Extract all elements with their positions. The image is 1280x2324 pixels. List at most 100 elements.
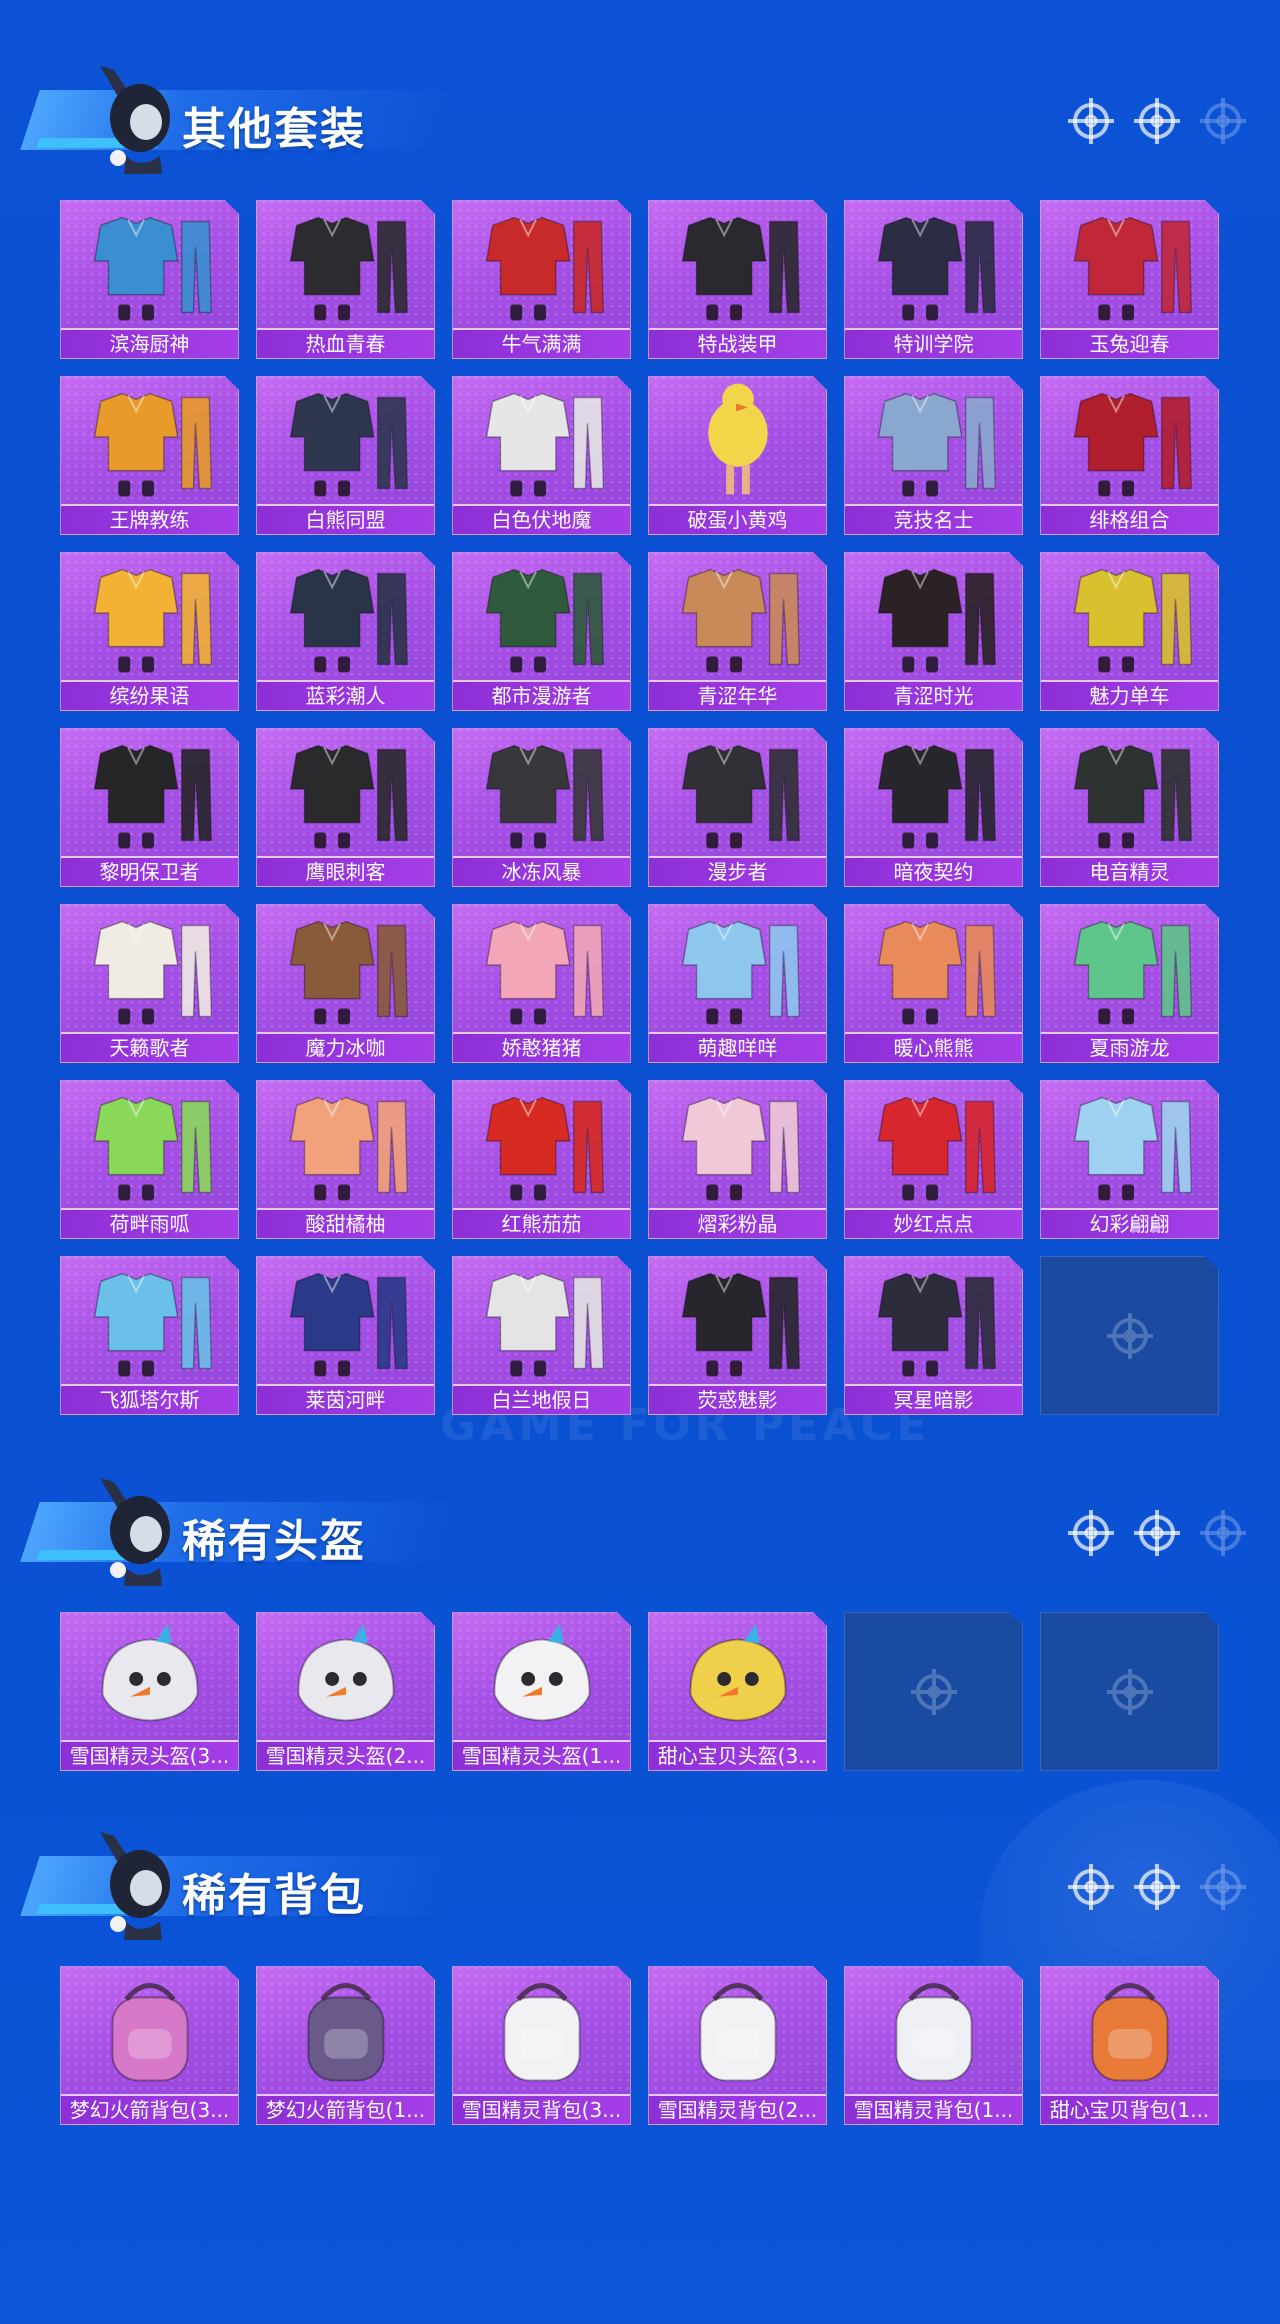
- item-card[interactable]: 蓝彩潮人: [256, 552, 435, 711]
- item-card[interactable]: 玉兔迎春: [1040, 200, 1219, 359]
- item-name: 暖心熊熊: [845, 1032, 1022, 1062]
- item-card[interactable]: 娇憨猪猪: [452, 904, 631, 1063]
- item-name: 天籁歌者: [61, 1032, 238, 1062]
- item-card[interactable]: 荷畔雨呱: [60, 1080, 239, 1239]
- item-card[interactable]: 破蛋小黄鸡: [648, 376, 827, 535]
- crosshair-icon: [1200, 98, 1246, 149]
- item-card[interactable]: 牛气满满: [452, 200, 631, 359]
- item-name: 绯格组合: [1041, 504, 1218, 534]
- item-name: 夏雨游龙: [1041, 1032, 1218, 1062]
- item-card[interactable]: 夏雨游龙: [1040, 904, 1219, 1063]
- item-card[interactable]: 冰冻风暴: [452, 728, 631, 887]
- item-name: 萌趣咩咩: [649, 1032, 826, 1062]
- outfit-icon: [845, 729, 1022, 857]
- item-card[interactable]: 梦幻火箭背包(3...: [60, 1966, 239, 2125]
- item-name: 荷畔雨呱: [61, 1208, 238, 1238]
- item-card[interactable]: 梦幻火箭背包(1...: [256, 1966, 435, 2125]
- outfit-icon: [845, 1257, 1022, 1385]
- outfit-icon: [1041, 729, 1218, 857]
- item-card[interactable]: 滨海厨神: [60, 200, 239, 359]
- item-card[interactable]: 甜心宝贝背包(1...: [1040, 1966, 1219, 2125]
- item-grid: 梦幻火箭背包(3... 梦幻火箭背包(1... 雪国精灵背包(3... 雪国精灵背包(…: [60, 1966, 1219, 2125]
- outfit-icon: [257, 1081, 434, 1209]
- item-card[interactable]: 雪国精灵头盔(2...: [256, 1612, 435, 1771]
- item-name: 冰冻风暴: [453, 856, 630, 886]
- item-name: 妙红点点: [845, 1208, 1022, 1238]
- item-card[interactable]: 魔力冰咖: [256, 904, 435, 1063]
- outfit-icon: [453, 1081, 630, 1209]
- item-name: 雪国精灵头盔(3...: [61, 1740, 238, 1770]
- item-name: 荧惑魅影: [649, 1384, 826, 1414]
- item-card[interactable]: 白兰地假日: [452, 1256, 631, 1415]
- item-card[interactable]: 雪国精灵背包(3...: [452, 1966, 631, 2125]
- outfit-icon: [845, 377, 1022, 505]
- item-card[interactable]: 特训学院: [844, 200, 1023, 359]
- item-card[interactable]: 魅力单车: [1040, 552, 1219, 711]
- item-grid: 滨海厨神 热血青春 牛气满满 特战装甲 特训学院 玉兔迎春王牌教练 白熊同盟 白色伏地魔 破蛋小…: [60, 200, 1219, 1415]
- item-card[interactable]: 青涩时光: [844, 552, 1023, 711]
- item-card[interactable]: 暖心熊熊: [844, 904, 1023, 1063]
- crosshair-icon: [911, 1669, 957, 1715]
- item-card[interactable]: 鹰眼刺客: [256, 728, 435, 887]
- outfit-icon: [61, 201, 238, 329]
- item-card[interactable]: 竞技名士: [844, 376, 1023, 535]
- item-card[interactable]: 甜心宝贝头盔(3...: [648, 1612, 827, 1771]
- item-card[interactable]: 绯格组合: [1040, 376, 1219, 535]
- item-name: 娇憨猪猪: [453, 1032, 630, 1062]
- item-card[interactable]: 热血青春: [256, 200, 435, 359]
- item-name: 白熊同盟: [257, 504, 434, 534]
- item-card[interactable]: 黎明保卫者: [60, 728, 239, 887]
- item-name: 滨海厨神: [61, 328, 238, 358]
- item-card[interactable]: 飞狐塔尔斯: [60, 1256, 239, 1415]
- item-card[interactable]: 青涩年华: [648, 552, 827, 711]
- item-card[interactable]: 幻彩翩翩: [1040, 1080, 1219, 1239]
- item-name: 特训学院: [845, 328, 1022, 358]
- crosshair-icon: [1068, 1864, 1114, 1915]
- item-card[interactable]: 莱茵河畔: [256, 1256, 435, 1415]
- outfit-icon: [845, 201, 1022, 329]
- item-card[interactable]: 暗夜契约: [844, 728, 1023, 887]
- item-name: 漫步者: [649, 856, 826, 886]
- item-name: 梦幻火箭背包(1...: [257, 2094, 434, 2124]
- item-card[interactable]: 雪国精灵背包(2...: [648, 1966, 827, 2125]
- section-decor-targets: [1068, 1864, 1246, 1915]
- item-card[interactable]: 缤纷果语: [60, 552, 239, 711]
- backpack-icon: [845, 1967, 1022, 2095]
- crosshair-icon: [1107, 1669, 1153, 1715]
- backpack-icon: [1041, 1967, 1218, 2095]
- crosshair-icon: [1068, 98, 1114, 149]
- item-card[interactable]: 熠彩粉晶: [648, 1080, 827, 1239]
- item-name: 牛气满满: [453, 328, 630, 358]
- empty-slot: [1040, 1612, 1219, 1771]
- item-card[interactable]: 白熊同盟: [256, 376, 435, 535]
- item-card[interactable]: 漫步者: [648, 728, 827, 887]
- outfit-icon: [845, 553, 1022, 681]
- outfit-icon: [649, 201, 826, 329]
- crosshair-icon: [1134, 1510, 1180, 1561]
- item-name: 飞狐塔尔斯: [61, 1384, 238, 1414]
- mascot-icon: [100, 1832, 170, 1940]
- backpack-icon: [453, 1967, 630, 2095]
- crosshair-icon: [1134, 1864, 1180, 1915]
- item-card[interactable]: 酸甜橘柚: [256, 1080, 435, 1239]
- item-card[interactable]: 萌趣咩咩: [648, 904, 827, 1063]
- item-card[interactable]: 特战装甲: [648, 200, 827, 359]
- item-card[interactable]: 雪国精灵头盔(1...: [452, 1612, 631, 1771]
- item-card[interactable]: 白色伏地魔: [452, 376, 631, 535]
- item-card[interactable]: 妙红点点: [844, 1080, 1023, 1239]
- item-card[interactable]: 红熊茄茄: [452, 1080, 631, 1239]
- item-name: 王牌教练: [61, 504, 238, 534]
- section-header: 其他套装: [20, 60, 460, 180]
- item-card[interactable]: 王牌教练: [60, 376, 239, 535]
- outfit-icon: [453, 553, 630, 681]
- crosshair-icon: [1068, 1510, 1114, 1561]
- item-card[interactable]: 雪国精灵背包(1...: [844, 1966, 1023, 2125]
- item-card[interactable]: 雪国精灵头盔(3...: [60, 1612, 239, 1771]
- outfit-icon: [1041, 377, 1218, 505]
- item-card[interactable]: 电音精灵: [1040, 728, 1219, 887]
- item-card[interactable]: 冥星暗影: [844, 1256, 1023, 1415]
- item-card[interactable]: 荧惑魅影: [648, 1256, 827, 1415]
- item-card[interactable]: 都市漫游者: [452, 552, 631, 711]
- item-card[interactable]: 天籁歌者: [60, 904, 239, 1063]
- item-name: 青涩年华: [649, 680, 826, 710]
